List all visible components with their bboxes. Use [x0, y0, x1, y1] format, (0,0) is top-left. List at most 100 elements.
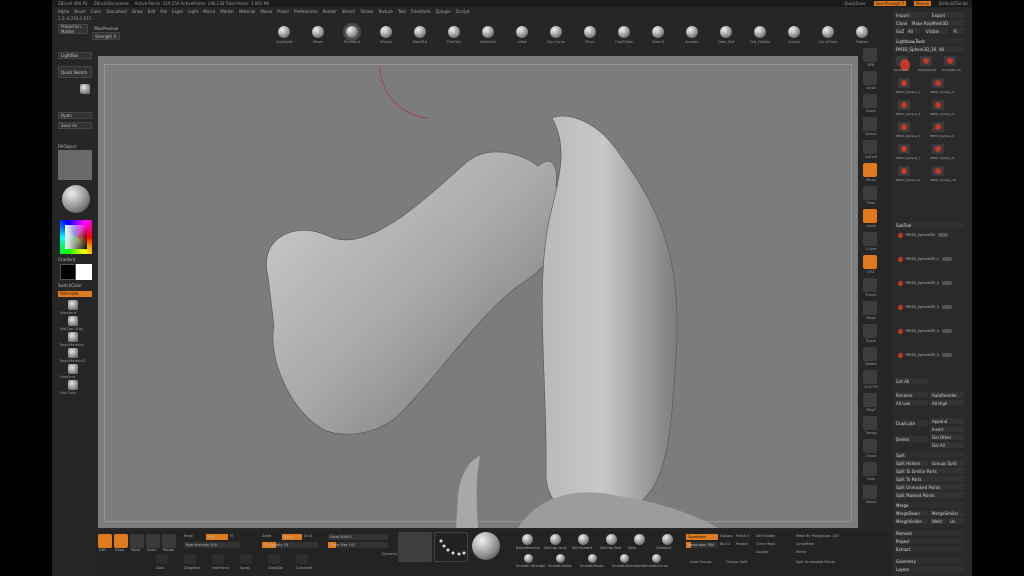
split-hidden-button[interactable]: Split Hidden	[894, 460, 928, 466]
visibility-toggle-icon[interactable]	[938, 233, 949, 237]
menu-edit[interactable]: Edit	[148, 9, 156, 14]
del-other-button[interactable]: Del Other	[930, 434, 964, 440]
quicksave-button[interactable]: QuickSave	[844, 1, 865, 6]
make-polymesh-button[interactable]: Make PolyMesh3D	[910, 20, 964, 26]
view-rotate-button[interactable]	[863, 347, 877, 361]
view-solo-button[interactable]	[863, 462, 877, 476]
tool-thumbnail[interactable]	[898, 144, 910, 154]
tool-thumbnail[interactable]	[898, 166, 910, 176]
double-button[interactable]: Double	[756, 550, 768, 554]
merge-header[interactable]: Merge	[894, 502, 964, 508]
main-color-swatch[interactable]	[76, 264, 92, 280]
strength-slider[interactable]: Strength 0	[92, 32, 120, 40]
del-hidden-button[interactable]: Del Hidden	[756, 534, 775, 538]
smooth-brush-icon[interactable]	[588, 554, 597, 563]
smooth-brush-icon[interactable]	[620, 554, 629, 563]
view-polyf-button[interactable]	[863, 393, 877, 407]
material-slot-icon[interactable]	[550, 534, 561, 545]
tool-thumbnail[interactable]	[932, 144, 944, 154]
stroke-colorized-button[interactable]	[296, 554, 308, 564]
groups-split-button[interactable]: Groups Split	[930, 460, 964, 466]
view-move-button[interactable]	[863, 301, 877, 315]
view-actual-button[interactable]	[863, 117, 877, 131]
menu-brush[interactable]: Brush	[74, 9, 86, 14]
stroke-dragdot-button[interactable]	[268, 554, 280, 564]
dynamesh-button[interactable]: DynaMesh	[686, 534, 718, 540]
all-low-button[interactable]: All Low	[894, 400, 928, 406]
draw-size-slider[interactable]: Draw Size 141	[328, 542, 388, 548]
menu-document[interactable]: Document	[106, 9, 127, 14]
split-masked-button[interactable]: Split Masked Points	[894, 492, 964, 498]
brush-hpolish[interactable]: hPolish	[369, 26, 403, 44]
material-sphere-icon[interactable]	[68, 316, 78, 326]
remesh-header[interactable]: Remesh	[894, 530, 964, 536]
material-slot-icon[interactable]	[634, 534, 645, 545]
alternate-button[interactable]: Alternate	[58, 291, 92, 297]
mask-by-polygroups-slider[interactable]: Mask By Polygroups 100	[796, 534, 839, 538]
texture-swatch[interactable]	[58, 150, 92, 180]
delete-button[interactable]: Delete	[894, 436, 928, 442]
menu-marker[interactable]: Marker	[220, 9, 234, 14]
stroke-freehand-button[interactable]	[212, 554, 224, 564]
tool-thumbnail[interactable]	[920, 56, 932, 66]
duplicate-button[interactable]: Duplicate	[894, 420, 928, 426]
brush-dsketch1[interactable]: dSketch1	[471, 26, 505, 44]
zcut-button[interactable]: Zcut	[304, 534, 312, 538]
merge-similar-button[interactable]: MergeSimilar	[930, 510, 964, 516]
view-l-sym-button[interactable]	[863, 232, 877, 246]
visibility-toggle-icon[interactable]	[942, 353, 953, 357]
visible-button[interactable]: Visible	[924, 28, 948, 34]
dynamesh-polish-label[interactable]: DynaMesh	[796, 542, 814, 546]
stroke-dots-thumbnail[interactable]	[434, 532, 468, 562]
polish-slider[interactable]: Polish 0	[736, 534, 749, 538]
brush-flatten[interactable]: Flatten	[845, 26, 879, 44]
rgb-button[interactable]: Rgb	[206, 534, 228, 540]
menu-zscript[interactable]: Zscript	[456, 9, 470, 14]
material-slot-icon[interactable]	[578, 534, 589, 545]
smooth-brush-icon[interactable]	[524, 554, 533, 563]
brush-dam-std[interactable]: Dam_Std	[709, 26, 743, 44]
sculpt-model[interactable]	[98, 56, 858, 528]
sphere-icon[interactable]	[80, 84, 90, 94]
brush-standard[interactable]: Standard	[335, 26, 369, 44]
brush-inflat[interactable]: Inflat	[505, 26, 539, 44]
view-zoom-button[interactable]	[863, 94, 877, 108]
tool-thumbnail[interactable]	[932, 100, 944, 110]
menu-material[interactable]: Material	[239, 9, 255, 14]
clear-mask-button[interactable]: Clear Mask	[756, 542, 775, 546]
lightbox-tools-button[interactable]: Lightbox▸Tools	[894, 38, 964, 44]
view-ghost-button[interactable]	[863, 439, 877, 453]
menu-macro[interactable]: Macro	[203, 9, 215, 14]
rotate-button[interactable]	[162, 534, 176, 548]
rgb-intensity-slider[interactable]: Rgb Intensity 100	[184, 542, 240, 548]
mirror-button[interactable]: Mirror	[796, 550, 806, 554]
menu-preferences[interactable]: Preferences	[294, 9, 318, 14]
layers-header[interactable]: Layers	[894, 566, 964, 572]
view-xyz-button[interactable]	[863, 255, 877, 269]
lightbox-button[interactable]: LightBox	[58, 52, 92, 59]
merge-down-button[interactable]: MergeDown	[894, 510, 928, 516]
view-persp-button[interactable]	[863, 163, 877, 177]
tool-thumbnail[interactable]	[932, 78, 944, 88]
menu-stroke[interactable]: Stroke	[360, 9, 373, 14]
material-sphere-icon[interactable]	[68, 348, 78, 358]
alpha-thumbnail[interactable]	[398, 532, 432, 562]
brush-move[interactable]: Move	[301, 26, 335, 44]
groups-button[interactable]: Groups	[720, 534, 732, 538]
menu-color[interactable]: Color	[91, 9, 101, 14]
clone-button[interactable]: Clone	[894, 20, 908, 26]
menu-transform[interactable]: Transform	[411, 9, 431, 14]
subtool-item[interactable]: PM3D_Sphere3D	[898, 232, 958, 238]
goz-button[interactable]: GoZ	[894, 28, 904, 34]
switch-color-button[interactable]: SwitchColor	[58, 283, 82, 288]
smooth-brush-icon[interactable]	[556, 554, 565, 563]
r-button[interactable]: R	[952, 28, 964, 34]
save-as-button[interactable]: Save As	[58, 122, 92, 129]
material-slot-icon[interactable]	[606, 534, 617, 545]
brush-orb-flatten[interactable]: Orb_Flatten	[743, 26, 777, 44]
split-unmasked-bottom-button[interactable]: Split Unmasked Points	[796, 560, 835, 564]
menu-light[interactable]: Light	[188, 9, 198, 14]
menu-stencil[interactable]: Stencil	[342, 9, 356, 14]
view-frame-button[interactable]	[863, 278, 877, 292]
autoreorder-button[interactable]: AutoReorder	[930, 392, 964, 398]
